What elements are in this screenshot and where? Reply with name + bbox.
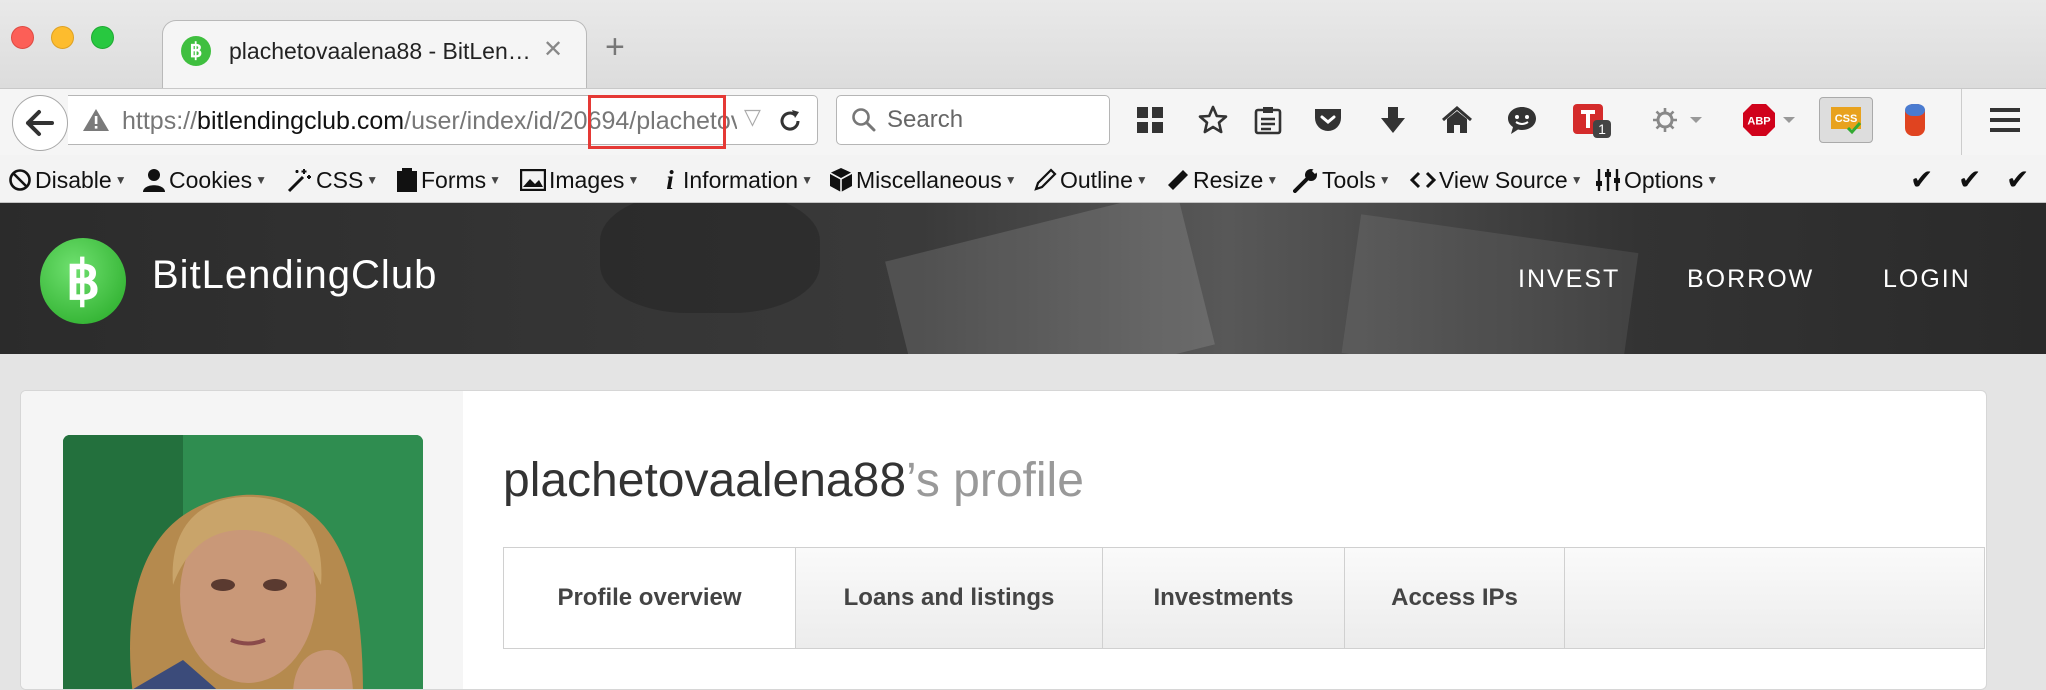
header-background-shape <box>885 203 1215 354</box>
dev-menu-information[interactable]: i Information ▼ <box>660 164 813 195</box>
url-prefix: https:// <box>122 107 198 135</box>
disable-icon <box>8 168 32 192</box>
pencil-icon <box>1033 168 1057 192</box>
tab-close-icon[interactable]: ✕ <box>543 35 563 64</box>
wand-icon <box>287 167 313 193</box>
dev-menu-view-source[interactable]: View Source ▼ <box>1410 166 1583 194</box>
dev-menu-label: Cookies <box>169 166 253 193</box>
css-viewer-label: CSS <box>1835 113 1858 125</box>
dev-menu-resize[interactable]: Resize ▼ <box>1166 166 1278 194</box>
dev-menu-label: Resize <box>1193 166 1264 193</box>
dev-menu-options[interactable]: Options ▼ <box>1595 166 1718 194</box>
header-background-shape <box>600 203 820 313</box>
back-arrow-icon <box>26 110 54 136</box>
css-viewer-icon[interactable]: CSS <box>1819 97 1873 143</box>
pocket-icon[interactable] <box>1308 100 1348 140</box>
browser-tab[interactable]: ฿ plachetovaalena88 - BitLen… ✕ <box>162 20 587 88</box>
dev-menu-cookies[interactable]: Cookies ▼ <box>142 166 267 194</box>
back-button[interactable] <box>12 95 68 151</box>
dev-menu-label: Images <box>549 166 625 193</box>
tab-strip: ฿ plachetovaalena88 - BitLen… ✕ + <box>0 0 2046 88</box>
profile-title-suffix: ’s profile <box>906 454 1084 507</box>
adblock-label: ABP <box>1747 116 1770 128</box>
check-icon[interactable]: ✔ <box>1958 163 1981 196</box>
dev-menu-forms[interactable]: Forms ▼ <box>396 166 501 194</box>
user-icon <box>142 168 166 192</box>
chat-icon[interactable] <box>1502 100 1542 140</box>
tab-title: plachetovaalena88 - BitLen… <box>229 38 531 64</box>
bookmark-star-icon[interactable] <box>1193 100 1233 140</box>
gear-dropdown-icon[interactable] <box>1648 100 1712 140</box>
nav-login-link[interactable]: LOGIN <box>1883 265 1971 294</box>
profile-tabs: Profile overview Loans and listings Inve… <box>503 547 1985 649</box>
close-window-button[interactable] <box>11 26 34 49</box>
new-tab-button[interactable]: + <box>605 30 625 64</box>
clipboard-icon <box>396 167 418 193</box>
toolbar-divider <box>1961 89 1962 156</box>
check-icon[interactable]: ✔ <box>2006 163 2029 196</box>
site-logo-text[interactable]: BitLendingClub <box>152 253 437 298</box>
tab-loans-and-listings[interactable]: Loans and listings <box>796 548 1103 648</box>
tab-profile-overview[interactable]: Profile overview <box>504 548 796 648</box>
dev-menu-disable[interactable]: Disable ▼ <box>8 166 127 194</box>
bitcoin-favicon-icon: ฿ <box>181 36 211 66</box>
check-icon[interactable]: ✔ <box>1910 163 1933 196</box>
search-icon <box>851 107 877 138</box>
profile-card: plachetovaalena88’s profile Profile over… <box>20 390 1987 690</box>
maximize-window-button[interactable] <box>91 26 114 49</box>
profile-username: plachetovaalena88 <box>503 454 907 507</box>
tab-investments[interactable]: Investments <box>1103 548 1345 648</box>
dev-menu-miscellaneous[interactable]: Miscellaneous ▼ <box>829 166 1017 194</box>
dev-menu-label: Forms <box>421 166 487 193</box>
avatar <box>63 435 423 689</box>
dev-menu-label: Outline <box>1060 166 1133 193</box>
bitcoin-logo-icon[interactable]: ฿ <box>40 238 126 324</box>
nav-invest-link[interactable]: INVEST <box>1518 265 1620 294</box>
search-input[interactable] <box>887 105 1097 135</box>
url-id-highlight <box>588 95 726 149</box>
wrench-icon <box>1293 167 1319 193</box>
nav-borrow-link[interactable]: BORROW <box>1687 265 1814 294</box>
code-icon <box>1410 170 1436 190</box>
url-dropdown-icon[interactable]: ▽ <box>744 104 761 130</box>
search-bar[interactable] <box>836 95 1110 145</box>
adblock-icon[interactable]: ABP <box>1740 100 1804 140</box>
navigation-bar: https://bitlendingclub.com/user/index/id… <box>0 88 2046 156</box>
download-icon[interactable] <box>1373 100 1413 140</box>
extension-badge-count: 1 <box>1598 121 1606 137</box>
page-title: plachetovaalena88’s profile <box>503 453 1084 508</box>
tab-access-ips[interactable]: Access IPs <box>1345 548 1565 648</box>
dev-menu-label: Options <box>1624 166 1704 193</box>
url-bar[interactable]: https://bitlendingclub.com/user/index/id… <box>68 95 818 149</box>
site-header: ฿ BitLendingClub INVEST BORROW LOGIN <box>0 203 2046 354</box>
minimize-window-button[interactable] <box>51 26 74 49</box>
box-icon <box>829 167 853 193</box>
capsule-extension-icon[interactable] <box>1895 100 1935 140</box>
extension-puzzle-icon[interactable]: 1 <box>1568 100 1616 140</box>
dev-menu-images[interactable]: Images ▼ <box>520 166 639 194</box>
reload-icon[interactable] <box>776 107 804 140</box>
dev-menu-outline[interactable]: Outline ▼ <box>1033 166 1148 194</box>
dev-menu-css[interactable]: CSS ▼ <box>287 166 378 194</box>
dev-menu-label: Information <box>683 166 799 193</box>
dev-menu-label: Miscellaneous <box>856 166 1002 193</box>
warning-triangle-icon[interactable] <box>82 107 110 138</box>
dev-menu-label: View Source <box>1439 166 1568 193</box>
url-domain: bitlendingclub.com <box>197 107 405 135</box>
profile-sidebar <box>21 391 463 689</box>
dev-menu-tools[interactable]: Tools ▼ <box>1293 166 1391 194</box>
dev-menu-label: Tools <box>1322 166 1376 193</box>
dev-menu-label: CSS <box>316 166 364 193</box>
reading-list-icon[interactable] <box>1248 100 1288 140</box>
web-developer-toolbar: Disable ▼ Cookies ▼ CSS ▼ Forms ▼ Images ▼ i … <box>0 155 2046 203</box>
ruler-icon <box>1166 168 1190 192</box>
sliders-icon <box>1595 167 1621 193</box>
image-icon <box>520 169 546 191</box>
dev-menu-label: Disable <box>35 166 112 193</box>
info-icon: i <box>666 164 674 195</box>
home-icon[interactable] <box>1437 100 1477 140</box>
hamburger-menu-icon[interactable] <box>1985 100 2025 140</box>
grid-icon[interactable] <box>1130 100 1170 140</box>
